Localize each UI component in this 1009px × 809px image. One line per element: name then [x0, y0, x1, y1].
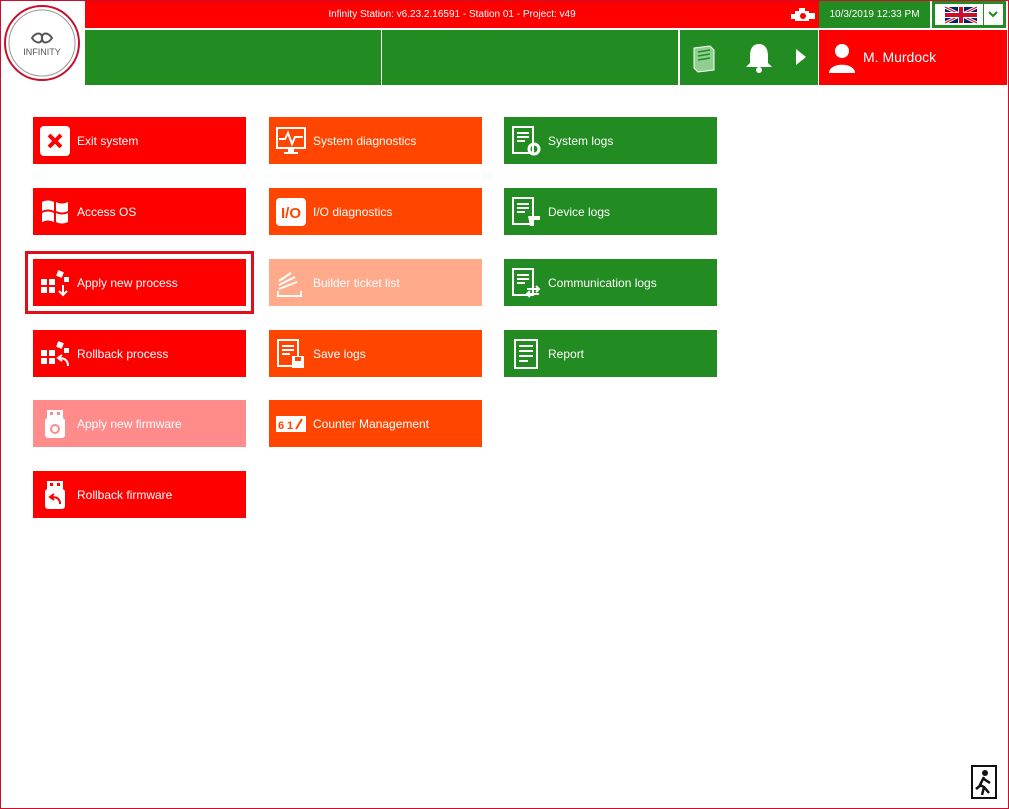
chevron-down-icon — [988, 11, 998, 18]
save-logs-button[interactable]: Save logs — [269, 330, 482, 377]
tile-label: Rollback firmware — [77, 487, 173, 502]
log-device-icon — [510, 196, 542, 228]
tile-label: System logs — [548, 133, 614, 148]
tile-label: Device logs — [548, 204, 611, 219]
toolbar-panel-2 — [382, 30, 679, 85]
io-diagnostics-button[interactable]: I/O I/O diagnostics — [269, 188, 482, 235]
bell-icon[interactable] — [743, 41, 775, 75]
datetime-display: 10/3/2019 12:33 PM — [819, 1, 930, 28]
apply-new-firmware-button: Apply new firmware — [33, 400, 246, 447]
monitor-pulse-icon — [275, 125, 307, 157]
tile-label: Apply new firmware — [77, 416, 182, 431]
toolbar — [85, 30, 818, 85]
tile-label: Apply new process — [77, 275, 178, 290]
svg-text:6: 6 — [278, 420, 284, 432]
tile-label: Counter Management — [313, 416, 430, 431]
log-comm-icon — [510, 267, 542, 299]
infinity-logo: INFINITY — [2, 2, 84, 84]
report-icon — [510, 338, 542, 370]
builder-ticket-list-button: Builder ticket list — [269, 259, 482, 306]
datetime-text: 10/3/2019 12:33 PM — [829, 9, 920, 20]
device-logs-button[interactable]: Device logs — [504, 188, 717, 235]
station-title: Infinity Station: v6.23.2.16591 - Statio… — [328, 9, 576, 20]
toolbar-divider — [679, 30, 680, 85]
uk-flag-icon — [944, 4, 998, 25]
tile-label: System diagnostics — [313, 133, 417, 148]
language-selector[interactable] — [932, 1, 1006, 28]
io-icon: I/O — [275, 196, 307, 228]
ticket-stack-icon — [275, 267, 307, 299]
apply-new-process-button[interactable]: Apply new process — [25, 251, 254, 314]
tile-label: Save logs — [313, 346, 366, 361]
logo-text: INFINITY — [23, 47, 61, 57]
system-logs-button[interactable]: System logs — [504, 117, 717, 164]
user-name: M. Murdock — [863, 49, 937, 65]
communication-logs-button[interactable]: Communication logs — [504, 259, 717, 306]
tile-label: Exit system — [77, 133, 139, 148]
counter-icon: 6 1 — [275, 408, 307, 440]
play-arrow-icon[interactable] — [794, 48, 808, 66]
rollback-firmware-button[interactable]: Rollback firmware — [33, 471, 246, 518]
user-icon — [829, 44, 855, 73]
access-os-button[interactable]: Access OS — [33, 188, 246, 235]
title-bar: Infinity Station: v6.23.2.16591 - Statio… — [85, 1, 819, 28]
svg-text:1: 1 — [287, 420, 293, 432]
apply-process-icon — [39, 267, 71, 299]
user-panel[interactable]: M. Murdock — [819, 30, 1007, 85]
tile-label: Communication logs — [548, 275, 657, 290]
engine-warning-icon[interactable] — [791, 4, 817, 26]
tile-label: Rollback process — [77, 346, 169, 361]
rollback-process-icon — [39, 338, 71, 370]
close-icon — [39, 125, 71, 157]
toolbar-panel-1 — [85, 30, 382, 85]
windows-icon — [39, 196, 71, 228]
tile-label: Builder ticket list — [313, 275, 400, 290]
system-diagnostics-button[interactable]: System diagnostics — [269, 117, 482, 164]
tile-label: I/O diagnostics — [313, 204, 393, 219]
tile-label: Access OS — [77, 204, 137, 219]
book-icon[interactable] — [688, 42, 720, 74]
report-button[interactable]: Report — [504, 330, 717, 377]
tile-label: Report — [548, 346, 585, 361]
svg-text:I/O: I/O — [281, 205, 301, 222]
usb-back-icon — [39, 479, 71, 511]
save-logs-icon — [275, 338, 307, 370]
exit-system-button[interactable]: Exit system — [33, 117, 246, 164]
rollback-process-button[interactable]: Rollback process — [33, 330, 246, 377]
counter-management-button[interactable]: 6 1 Counter Management — [269, 400, 482, 447]
usb-gear-icon — [39, 408, 71, 440]
log-gear-icon — [510, 125, 542, 157]
emergency-exit-icon[interactable] — [971, 765, 997, 799]
